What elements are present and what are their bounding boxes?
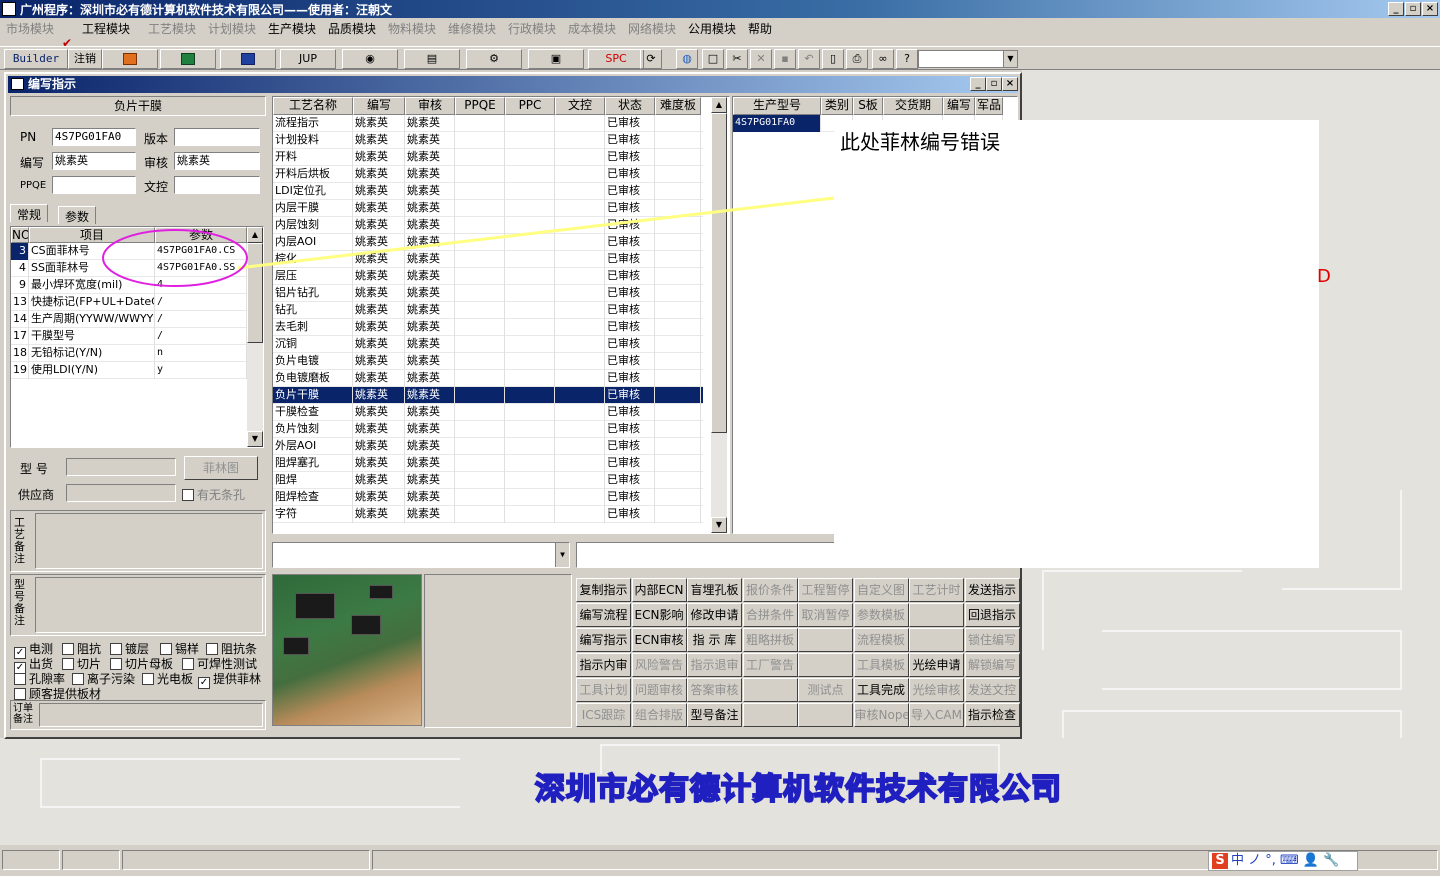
- status-panel-3: [122, 850, 370, 870]
- ime-status: 中 ノ °, ⌨ 👤 🔧: [1231, 853, 1340, 868]
- annotation-line: [237, 196, 835, 270]
- status-panel-1: [2, 850, 60, 870]
- sogou-icon: S: [1212, 853, 1228, 869]
- ime-toolbar[interactable]: S中 ノ °, ⌨ 👤 🔧: [1208, 851, 1358, 871]
- annotation-ellipse: [102, 229, 248, 287]
- status-panel-2: [62, 850, 120, 870]
- red-mark: D: [1317, 266, 1331, 287]
- annotation-overlay: [102, 196, 835, 287]
